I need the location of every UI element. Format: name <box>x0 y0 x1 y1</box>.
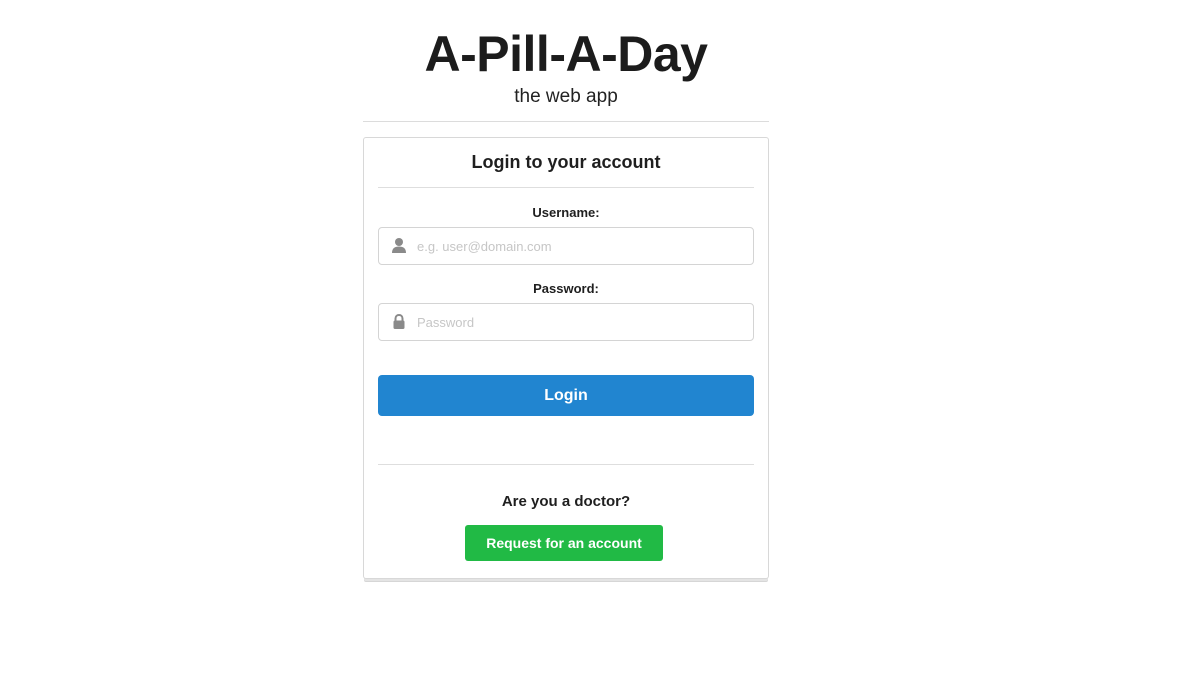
password-field[interactable] <box>378 303 754 341</box>
user-icon <box>391 237 407 254</box>
login-card-title: Login to your account <box>471 152 661 172</box>
header-divider <box>363 121 769 122</box>
username-field[interactable] <box>378 227 754 265</box>
doctor-prompt: Are you a doctor? <box>501 493 631 510</box>
request-account-button[interactable]: Request for an account <box>465 525 663 561</box>
username-input[interactable] <box>417 228 747 264</box>
password-input[interactable] <box>417 304 747 340</box>
section-divider <box>378 464 754 465</box>
username-label: Username: <box>532 205 600 220</box>
app-header: A-Pill-A-Day the web app <box>363 22 769 110</box>
title-divider <box>378 187 754 188</box>
password-label: Password: <box>533 281 599 296</box>
lock-icon <box>391 313 407 330</box>
login-button[interactable]: Login <box>378 375 754 416</box>
login-card: Login to your account Username: Password… <box>363 137 769 579</box>
app-subtitle: the web app <box>514 86 618 107</box>
app-title: A-Pill-A-Day <box>424 26 708 82</box>
login-page: A-Pill-A-Day the web app Login to your a… <box>0 0 1182 676</box>
